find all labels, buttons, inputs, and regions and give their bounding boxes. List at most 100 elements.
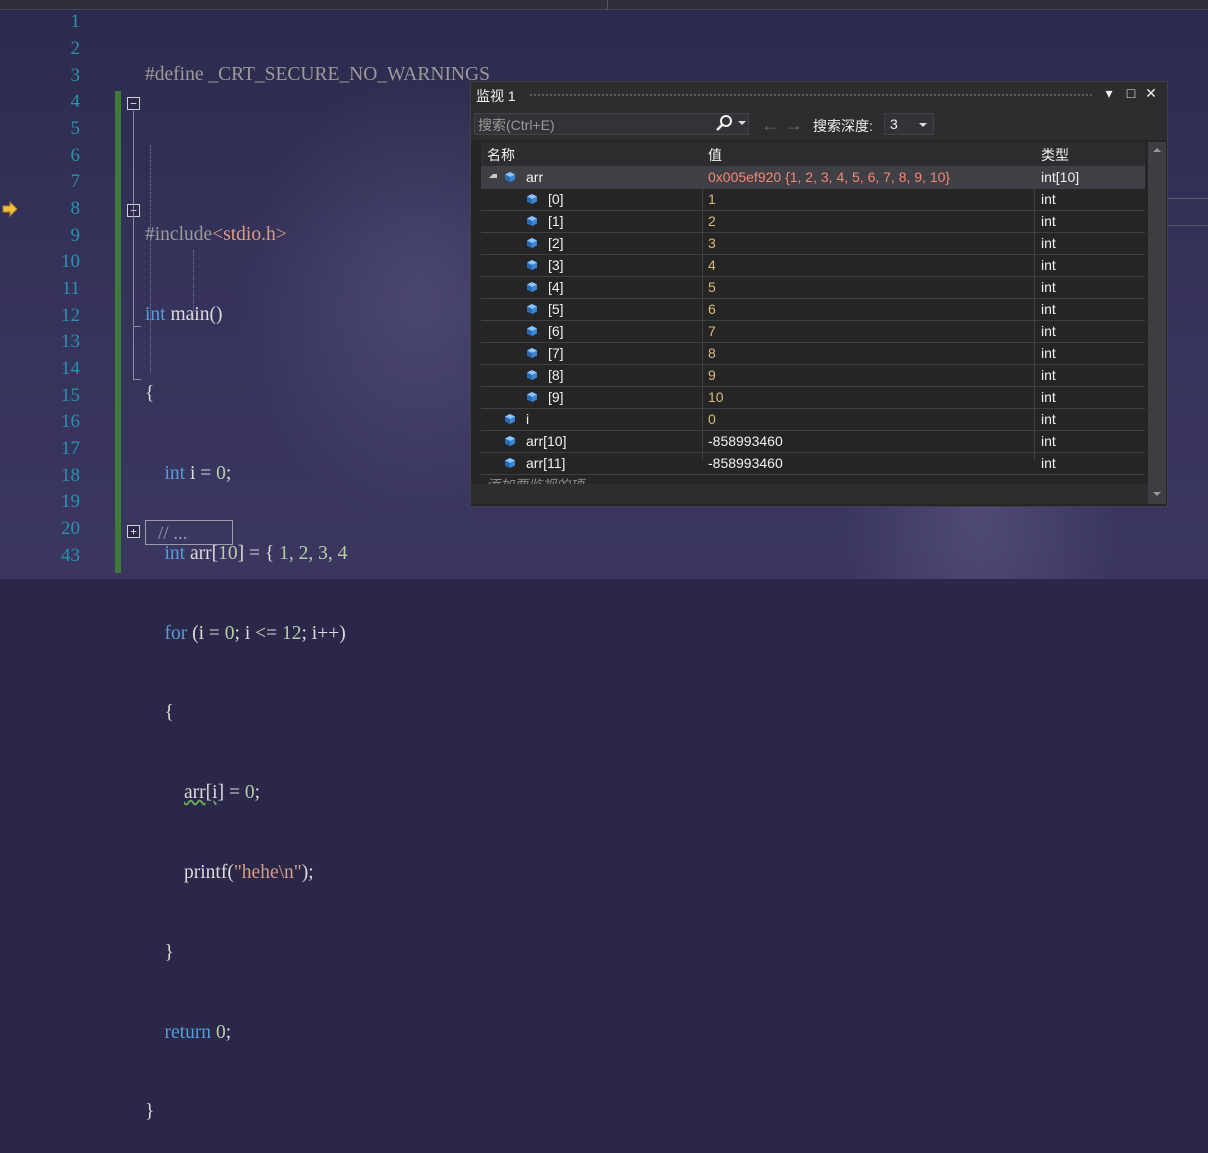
- close-brace: }: [164, 941, 174, 963]
- watch-row-value[interactable]: -858993460: [708, 431, 783, 452]
- watch-row-value[interactable]: 0: [708, 409, 716, 430]
- watch-row[interactable]: [4] 5 int: [481, 277, 1145, 299]
- watch-row-value[interactable]: 1: [708, 189, 716, 210]
- close-icon[interactable]: ✕: [1143, 85, 1159, 102]
- watch-toolbar: 搜索(Ctrl+E) ← → 搜索深度: 3: [471, 107, 1167, 140]
- watch-scrollbar[interactable]: [1148, 142, 1166, 504]
- define-directive: #define _CRT_SECURE_NO_WARNINGS: [145, 64, 490, 86]
- column-header-type[interactable]: 类型: [1041, 145, 1069, 165]
- watch-row-value[interactable]: 2: [708, 211, 716, 232]
- fold-guide-end: [133, 379, 141, 380]
- chevron-down-icon: [919, 123, 927, 127]
- watch-row-type: int[10]: [1041, 169, 1080, 185]
- include-header: <stdio.h>: [212, 223, 287, 245]
- watch-row-name: [4]: [548, 279, 564, 295]
- search-depth-select[interactable]: 3: [884, 113, 934, 135]
- search-depth-label: 搜索深度:: [813, 118, 873, 134]
- line-number: 16: [61, 411, 80, 432]
- watch-search-input[interactable]: 搜索(Ctrl+E): [474, 113, 749, 135]
- watch-row-value[interactable]: 10: [708, 387, 724, 408]
- scroll-up-icon[interactable]: [1153, 148, 1161, 152]
- watch-row[interactable]: arr 0x005ef920 {1, 2, 3, 4, 5, 6, 7, 8, 9…: [481, 167, 1145, 189]
- code-text: ;: [225, 463, 232, 485]
- code-editor[interactable]: #define _CRT_SECURE_NO_WARNINGS #include…: [145, 9, 490, 1153]
- watch-row-value[interactable]: 5: [708, 277, 716, 298]
- watch-row[interactable]: [3] 4 int: [481, 255, 1145, 277]
- watch-row-name: arr[10]: [526, 433, 567, 449]
- watch-titlebar[interactable]: 监视 1 ▾ □ ✕: [471, 82, 1167, 107]
- watch-row[interactable]: [9] 10 int: [481, 387, 1145, 409]
- line-number: 43: [61, 545, 80, 566]
- watch-row-value[interactable]: 4: [708, 255, 716, 276]
- main-signature: main(): [165, 303, 223, 325]
- line-number: 12: [61, 305, 80, 326]
- watch-row[interactable]: [1] 2 int: [481, 211, 1145, 233]
- arr-identifier: arr: [184, 782, 206, 804]
- line-number: 5: [70, 118, 81, 139]
- watch-row[interactable]: i 0 int: [481, 409, 1145, 431]
- watch-row[interactable]: [6] 7 int: [481, 321, 1145, 343]
- drag-grip[interactable]: [529, 93, 1094, 97]
- scroll-down-icon[interactable]: [1153, 492, 1161, 496]
- watch-row[interactable]: arr[10] -858993460 int: [481, 431, 1145, 453]
- line-number: 4: [70, 91, 81, 112]
- watch-row-value[interactable]: 0x005ef920 {1, 2, 3, 4, 5, 6, 7, 8, 9, 1…: [708, 167, 950, 188]
- line-number: 3: [70, 65, 81, 86]
- line-number: 14: [61, 358, 80, 379]
- watch-row-value[interactable]: 7: [708, 321, 716, 342]
- line-number: 2: [70, 38, 81, 59]
- search-forward-arrow-icon[interactable]: →: [785, 115, 803, 136]
- watch-row[interactable]: [7] 8 int: [481, 343, 1145, 365]
- watch-row[interactable]: [2] 3 int: [481, 233, 1145, 255]
- collapsed-region[interactable]: // ...: [145, 520, 233, 545]
- watch-row-name: arr[11]: [526, 455, 566, 471]
- watch-row-value[interactable]: 6: [708, 299, 716, 320]
- collapse-arrow-icon[interactable]: [489, 174, 497, 178]
- collapse-main-icon[interactable]: −: [127, 97, 140, 110]
- watch-row-value[interactable]: 3: [708, 233, 716, 254]
- watch-row[interactable]: [5] 6 int: [481, 299, 1145, 321]
- code-text: ] = {: [237, 542, 280, 564]
- watch-row-value[interactable]: -858993460: [708, 453, 783, 474]
- search-icon[interactable]: [716, 114, 734, 132]
- code-text: =: [224, 782, 245, 804]
- line-number: 7: [70, 171, 81, 192]
- column-header-value[interactable]: 值: [708, 145, 722, 165]
- watch-grid: 名称 值 类型 arr 0x005ef920 {1, 2, 3, 4, 5, 6,…: [481, 142, 1145, 497]
- watch-row-type: int: [1041, 191, 1056, 207]
- line-number: 17: [61, 438, 80, 459]
- code-text: );: [301, 862, 314, 883]
- watch-grid-header: 名称 值 类型: [481, 142, 1145, 167]
- maximize-icon[interactable]: □: [1123, 85, 1139, 101]
- line-number: 8: [70, 198, 81, 219]
- keyword-return: return: [164, 1021, 212, 1043]
- number-literal: 0: [216, 463, 226, 485]
- number-literal: 1, 2, 3, 4: [279, 542, 348, 564]
- column-header-name[interactable]: 名称: [487, 145, 515, 165]
- line-number: 9: [70, 225, 81, 246]
- dropdown-menu-icon[interactable]: ▾: [1101, 85, 1117, 102]
- line-number: 1: [70, 11, 81, 32]
- watch-row-type: int: [1041, 301, 1056, 317]
- line-number: 6: [70, 145, 81, 166]
- watch-row[interactable]: [8] 9 int: [481, 365, 1145, 387]
- fold-guide-end-for: [133, 326, 141, 327]
- watch-bottom-bar: [471, 484, 1148, 504]
- watch-row[interactable]: arr[11] -858993460 int: [481, 453, 1145, 475]
- include-directive: #include: [145, 223, 213, 245]
- watch-row-value[interactable]: 9: [708, 365, 716, 386]
- open-brace: {: [164, 702, 174, 724]
- watch-row-value[interactable]: 8: [708, 343, 716, 364]
- search-back-arrow-icon[interactable]: ←: [761, 115, 779, 136]
- watch-row-type: int: [1041, 279, 1056, 295]
- watch-row[interactable]: [0] 1 int: [481, 189, 1145, 211]
- close-brace: }: [145, 1101, 155, 1123]
- watch-row-name: i: [526, 411, 530, 427]
- code-text: ;: [225, 1021, 232, 1043]
- search-options-chevron-icon[interactable]: [738, 121, 746, 125]
- keyword-for: for: [164, 622, 188, 644]
- expand-region-icon[interactable]: +: [127, 525, 140, 538]
- watch-row-type: int: [1041, 433, 1056, 449]
- watch-row-type: int: [1041, 411, 1056, 427]
- line-number: 15: [61, 385, 80, 406]
